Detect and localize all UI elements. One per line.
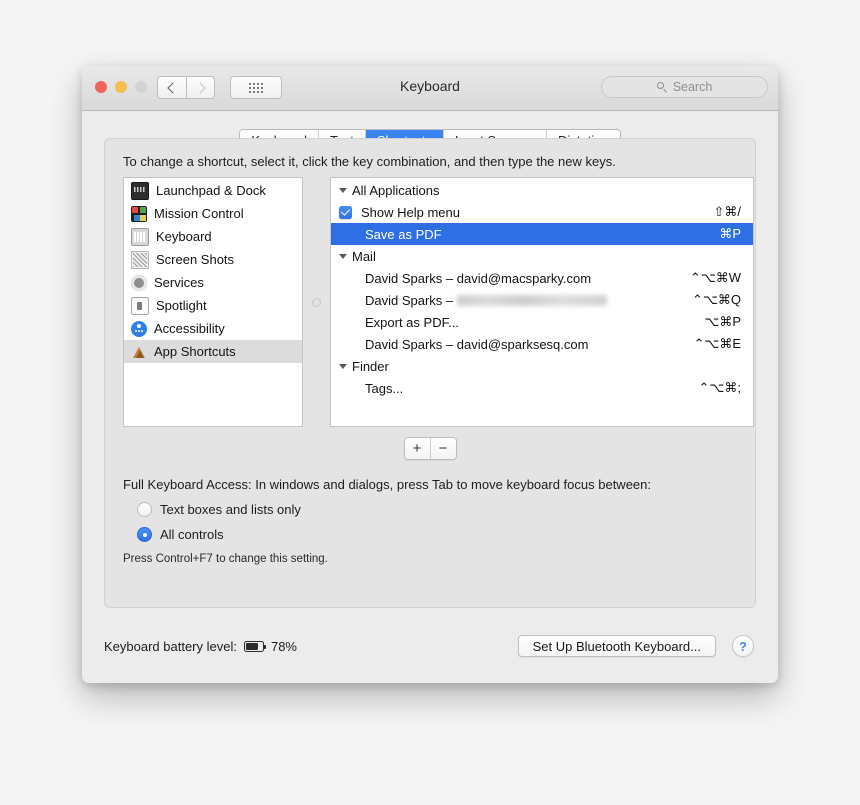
search-placeholder: Search	[672, 80, 713, 94]
spotlight-icon	[131, 296, 149, 315]
sidebar-item-label: App Shortcuts	[154, 344, 236, 359]
shortcut-list[interactable]: All Applications Show Help menu ⇧⌘/ Save…	[330, 177, 754, 427]
sidebar-item-app-shortcuts[interactable]: App Shortcuts	[124, 340, 302, 363]
sidebar-item-services[interactable]: Services	[124, 271, 302, 294]
shortcut-combo[interactable]: ⇧⌘/	[713, 204, 741, 220]
full-keyboard-access-section: Full Keyboard Access: In windows and dia…	[123, 477, 651, 565]
disclosure-triangle-icon[interactable]	[339, 253, 347, 259]
group-header-all-applications[interactable]: All Applications	[331, 179, 753, 201]
sidebar-item-label: Launchpad & Dock	[156, 183, 266, 198]
shortcut-combo[interactable]: ⌥⌘P	[704, 314, 741, 330]
search-input[interactable]: Search	[601, 76, 768, 98]
radio-text-boxes-and-lists[interactable]: Text boxes and lists only	[137, 502, 651, 517]
group-label: Finder	[352, 358, 389, 374]
radio-all-controls[interactable]: All controls	[137, 527, 651, 542]
list-divider[interactable]	[312, 177, 321, 427]
shortcut-combo[interactable]: ⌃⌥⌘;	[699, 380, 742, 396]
shortcuts-panel: To change a shortcut, select it, click t…	[104, 138, 756, 608]
sidebar-item-accessibility[interactable]: Accessibility	[124, 317, 302, 340]
radio-button-selected-icon[interactable]	[137, 527, 152, 542]
window-bottom-bar: Keyboard battery level: 78% Set Up Bluet…	[82, 625, 778, 683]
accessibility-icon	[131, 320, 147, 337]
battery-label: Keyboard battery level:	[104, 639, 237, 654]
shortcut-row[interactable]: David Sparks – ⌃⌥⌘Q	[331, 289, 753, 311]
redacted-email	[456, 294, 607, 306]
full-keyboard-access-label: Full Keyboard Access: In windows and dia…	[123, 477, 651, 492]
shortcut-row[interactable]: Tags... ⌃⌥⌘;	[331, 377, 753, 399]
shortcut-row[interactable]: David Sparks – david@sparksesq.com ⌃⌥⌘E	[331, 333, 753, 355]
shortcut-combo[interactable]: ⌃⌥⌘Q	[692, 292, 741, 308]
category-sidebar[interactable]: Launchpad & Dock Mission Control Keyboar…	[123, 177, 303, 427]
sidebar-item-screen-shots[interactable]: Screen Shots	[124, 248, 302, 271]
battery-value: 78%	[270, 639, 297, 654]
shortcut-lists: Launchpad & Dock Mission Control Keyboar…	[123, 177, 754, 427]
sidebar-item-label: Screen Shots	[156, 252, 235, 267]
checkbox-checked-icon	[339, 205, 352, 219]
remove-shortcut-button[interactable]: −	[430, 438, 456, 459]
radio-label: All controls	[160, 527, 224, 542]
shortcut-label: Export as PDF...	[365, 314, 459, 330]
full-keyboard-access-note: Press Control+F7 to change this setting.	[123, 553, 328, 565]
shortcut-row[interactable]: Show Help menu ⇧⌘/	[331, 201, 753, 223]
disclosure-triangle-icon[interactable]	[339, 187, 347, 193]
disclosure-triangle-icon[interactable]	[339, 363, 347, 369]
shortcut-combo[interactable]: ⌘P	[719, 226, 741, 242]
instruction-text: To change a shortcut, select it, click t…	[123, 154, 616, 169]
group-header-mail[interactable]: Mail	[331, 245, 753, 267]
divider-grip-dot	[312, 297, 321, 307]
group-label: Mail	[352, 248, 376, 264]
sidebar-item-label: Accessibility	[154, 321, 225, 336]
radio-label: Text boxes and lists only	[160, 502, 301, 517]
help-button[interactable]: ?	[732, 635, 754, 657]
group-header-finder[interactable]: Finder	[331, 355, 753, 377]
battery-icon	[243, 641, 267, 652]
shortcut-label: David Sparks –	[339, 293, 692, 308]
shortcut-row[interactable]: Export as PDF... ⌥⌘P	[331, 311, 753, 333]
set-up-bluetooth-keyboard-button[interactable]: Set Up Bluetooth Keyboard...	[517, 635, 716, 657]
launchpad-dock-icon	[131, 181, 149, 200]
sidebar-item-spotlight[interactable]: Spotlight	[124, 294, 302, 317]
add-remove-controls: + −	[105, 437, 755, 460]
sidebar-item-mission-control[interactable]: Mission Control	[124, 202, 302, 225]
sidebar-item-label: Services	[154, 275, 204, 290]
group-label: All Applications	[352, 182, 440, 198]
shortcut-checkbox[interactable]	[339, 205, 353, 219]
sidebar-item-label: Mission Control	[154, 206, 244, 221]
sidebar-item-keyboard[interactable]: Keyboard	[124, 225, 302, 248]
add-remove-group: + −	[403, 437, 457, 460]
app-shortcuts-icon	[131, 344, 147, 360]
shortcut-label: David Sparks – david@macsparky.com	[365, 270, 592, 286]
battery-status: Keyboard battery level: 78%	[104, 639, 297, 654]
shortcut-label: Show Help menu	[361, 204, 460, 220]
add-shortcut-button[interactable]: +	[404, 438, 431, 459]
preferences-window: Keyboard Search Keyboard Text Shortcuts …	[82, 66, 778, 683]
mission-control-icon	[131, 205, 147, 222]
shortcut-label: Tags...	[365, 380, 404, 396]
keyboard-icon	[131, 227, 149, 246]
search-icon	[656, 81, 668, 93]
sidebar-item-label: Spotlight	[156, 298, 207, 313]
window-titlebar: Keyboard Search	[82, 66, 778, 111]
services-gear-icon	[131, 274, 147, 291]
shortcut-row[interactable]: David Sparks – david@macsparky.com ⌃⌥⌘W	[331, 267, 753, 289]
shortcut-label: David Sparks – david@sparksesq.com	[365, 336, 589, 352]
sidebar-item-label: Keyboard	[156, 229, 212, 244]
shortcut-combo[interactable]: ⌃⌥⌘W	[690, 270, 741, 286]
sidebar-item-launchpad-dock[interactable]: Launchpad & Dock	[124, 179, 302, 202]
shortcut-combo[interactable]: ⌃⌥⌘E	[693, 336, 741, 352]
screenshot-icon	[131, 250, 149, 269]
radio-button-icon[interactable]	[137, 502, 152, 517]
shortcut-row[interactable]: Save as PDF ⌘P	[331, 223, 753, 245]
shortcut-label: Save as PDF	[365, 226, 442, 242]
